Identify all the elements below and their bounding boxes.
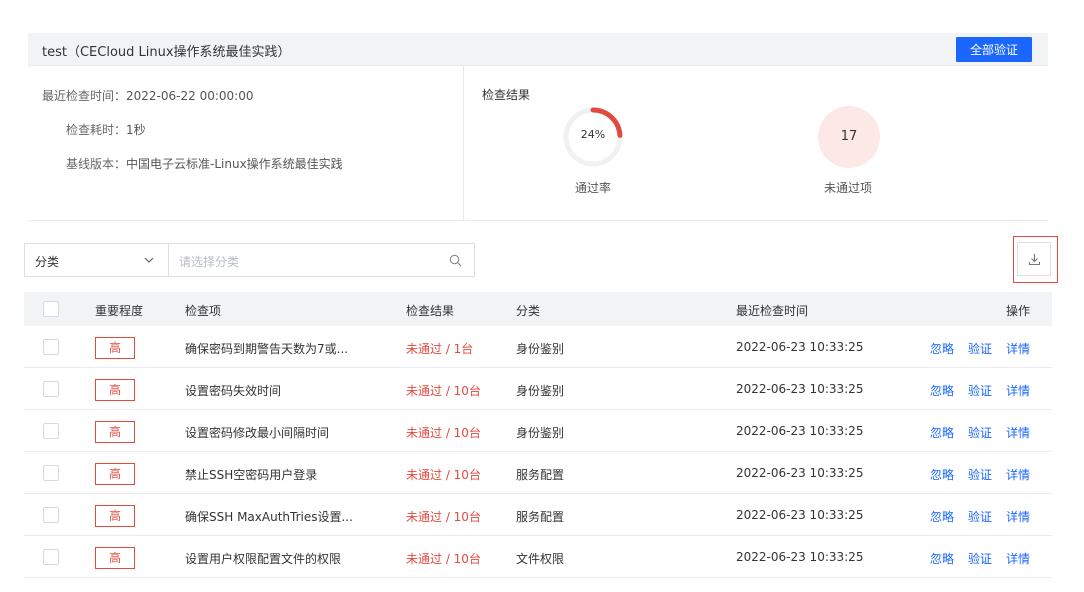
verify-link[interactable]: 验证 (968, 382, 992, 399)
verify-link[interactable]: 验证 (968, 550, 992, 567)
row-checkbox[interactable] (43, 507, 59, 523)
check-item-name: 设置密码失效时间 (185, 384, 282, 398)
ignore-link[interactable]: 忽略 (930, 550, 954, 567)
check-item-name: 禁止SSH空密码用户登录 (185, 468, 318, 482)
chevron-down-icon (144, 257, 154, 263)
category-search-input[interactable]: 请选择分类 (168, 243, 475, 277)
last-check-label: 最近检查时间： (42, 89, 127, 103)
pass-rate-value: 24% (580, 128, 606, 141)
table-header: 重要程度 检查项 检查结果 分类 最近检查时间 操作 (24, 292, 1052, 326)
severity-badge: 高 (95, 547, 135, 569)
check-result-status[interactable]: 未通过 / 1台 (406, 340, 473, 357)
download-button[interactable] (1017, 242, 1051, 276)
ignore-link[interactable]: 忽略 (930, 340, 954, 357)
ignore-link[interactable]: 忽略 (930, 382, 954, 399)
severity-badge: 高 (95, 463, 135, 485)
baseline-value: 中国电子云标准-Linux操作系统最佳实践 (126, 157, 343, 171)
col-header-item: 检查项 (185, 304, 222, 318)
category-search-placeholder: 请选择分类 (179, 255, 240, 269)
download-icon (1028, 254, 1041, 266)
pass-rate-label: 通过率 (575, 181, 612, 195)
verify-link[interactable]: 验证 (968, 340, 992, 357)
verify-link[interactable]: 验证 (968, 424, 992, 441)
col-header-category: 分类 (516, 304, 541, 318)
check-result-panel: 检查结果 24% 通过率 17 未通过项 (465, 66, 1048, 221)
category-cell: 身份鉴别 (516, 426, 565, 440)
last-check-cell: 2022-06-23 10:33:25 (736, 424, 864, 438)
col-header-severity: 重要程度 (95, 304, 144, 318)
last-check-cell: 2022-06-23 10:33:25 (736, 508, 864, 522)
table-row: 高 确保SSH MaxAuthTries设置... 未通过 / 10台 服务配置… (24, 494, 1052, 536)
detail-link[interactable]: 详情 (1006, 340, 1030, 357)
category-cell: 文件权限 (516, 552, 565, 566)
ignore-link[interactable]: 忽略 (930, 508, 954, 525)
baseline-label: 基线版本： (66, 157, 127, 171)
duration-value: 1秒 (126, 123, 146, 137)
detail-link[interactable]: 详情 (1006, 424, 1030, 441)
last-check-row: 最近检查时间：2022-06-22 00:00:00 (42, 87, 253, 104)
severity-badge: 高 (95, 337, 135, 359)
last-check-cell: 2022-06-23 10:33:25 (736, 382, 864, 396)
check-result-title: 检查结果 (482, 88, 531, 102)
last-check-cell: 2022-06-23 10:33:25 (736, 340, 864, 354)
severity-badge: 高 (95, 505, 135, 527)
detail-link[interactable]: 详情 (1006, 550, 1030, 567)
check-result-status[interactable]: 未通过 / 10台 (406, 382, 481, 399)
baseline-row: 基线版本：中国电子云标准-Linux操作系统最佳实践 (66, 155, 343, 172)
verify-all-button[interactable]: 全部验证 (956, 37, 1032, 62)
duration-label: 检查耗时： (66, 123, 127, 137)
table-row: 高 设置密码失效时间 未通过 / 10台 身份鉴别 2022-06-23 10:… (24, 368, 1052, 410)
severity-badge: 高 (95, 379, 135, 401)
verify-link[interactable]: 验证 (968, 466, 992, 483)
row-checkbox[interactable] (43, 423, 59, 439)
category-select-value: 分类 (35, 255, 60, 269)
col-header-last-check: 最近检查时间 (736, 304, 809, 318)
detail-link[interactable]: 详情 (1006, 382, 1030, 399)
check-item-name: 确保密码到期警告天数为7或... (185, 342, 349, 356)
card-header: test（CECloud Linux操作系统最佳实践） 全部验证 (28, 33, 1048, 66)
category-cell: 服务配置 (516, 468, 565, 482)
last-check-cell: 2022-06-23 10:33:25 (736, 550, 864, 564)
row-checkbox[interactable] (43, 465, 59, 481)
verify-link[interactable]: 验证 (968, 508, 992, 525)
last-check-cell: 2022-06-23 10:33:25 (736, 466, 864, 480)
check-result-status[interactable]: 未通过 / 10台 (406, 550, 481, 567)
row-checkbox[interactable] (43, 381, 59, 397)
severity-badge: 高 (95, 421, 135, 443)
check-result-status[interactable]: 未通过 / 10台 (406, 424, 481, 441)
category-cell: 服务配置 (516, 510, 565, 524)
check-item-name: 设置用户权限配置文件的权限 (185, 552, 342, 566)
check-info-panel: 最近检查时间：2022-06-22 00:00:00 检查耗时：1秒 基线版本：… (28, 66, 464, 221)
failed-count-circle: 17 (818, 106, 880, 168)
row-checkbox[interactable] (43, 339, 59, 355)
col-header-actions: 操作 (1006, 304, 1031, 318)
check-item-name: 设置密码修改最小间隔时间 (185, 426, 330, 440)
failed-count-label: 未通过项 (824, 181, 873, 195)
table-row: 高 禁止SSH空密码用户登录 未通过 / 10台 服务配置 2022-06-23… (24, 452, 1052, 494)
page-title: test（CECloud Linux操作系统最佳实践） (42, 45, 291, 60)
col-header-result: 检查结果 (406, 304, 455, 318)
duration-row: 检查耗时：1秒 (66, 121, 146, 138)
check-result-status[interactable]: 未通过 / 10台 (406, 508, 481, 525)
last-check-value: 2022-06-22 00:00:00 (126, 89, 254, 103)
baseline-summary-card: test（CECloud Linux操作系统最佳实践） 全部验证 最近检查时间：… (28, 33, 1048, 221)
check-result-status[interactable]: 未通过 / 10台 (406, 466, 481, 483)
detail-link[interactable]: 详情 (1006, 508, 1030, 525)
detail-link[interactable]: 详情 (1006, 466, 1030, 483)
table-row: 高 确保密码到期警告天数为7或... 未通过 / 1台 身份鉴别 2022-06… (24, 326, 1052, 368)
select-all-checkbox[interactable] (43, 301, 59, 317)
check-item-name: 确保SSH MaxAuthTries设置... (185, 510, 353, 524)
category-select[interactable]: 分类 (24, 243, 168, 277)
category-cell: 身份鉴别 (516, 384, 565, 398)
ignore-link[interactable]: 忽略 (930, 424, 954, 441)
search-icon[interactable] (449, 254, 462, 267)
table-row: 高 设置用户权限配置文件的权限 未通过 / 10台 文件权限 2022-06-2… (24, 536, 1052, 578)
table-row: 高 设置密码修改最小间隔时间 未通过 / 10台 身份鉴别 2022-06-23… (24, 410, 1052, 452)
ignore-link[interactable]: 忽略 (930, 466, 954, 483)
category-cell: 身份鉴别 (516, 342, 565, 356)
row-checkbox[interactable] (43, 549, 59, 565)
